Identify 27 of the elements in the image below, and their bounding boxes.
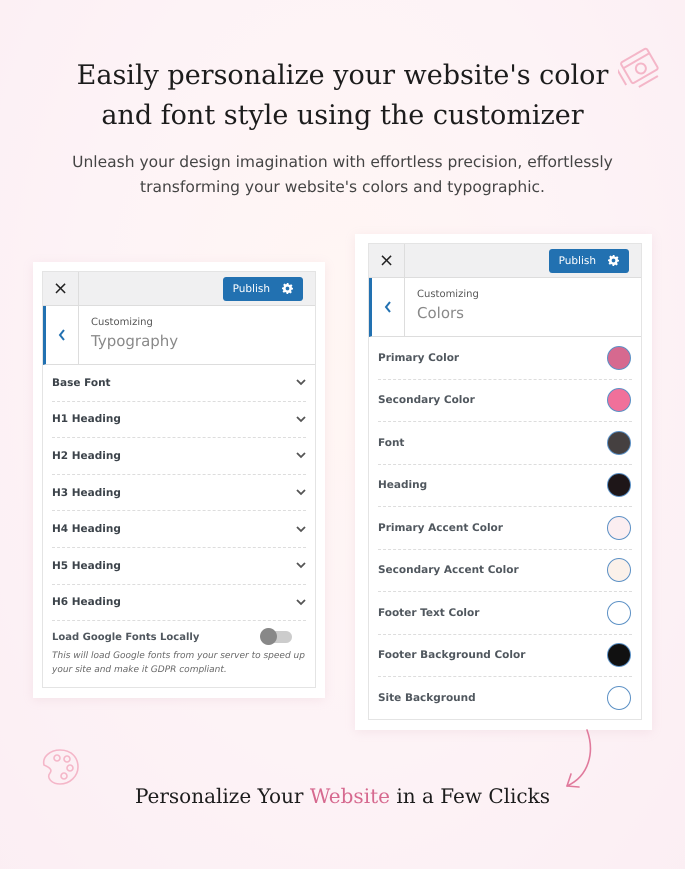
color-label: Font: [378, 436, 404, 449]
accordion-item[interactable]: H4 Heading: [52, 511, 306, 548]
accordion-item[interactable]: H6 Heading: [52, 584, 306, 622]
color-label: Footer Text Color: [378, 606, 480, 619]
color-label: Footer Background Color: [378, 649, 526, 662]
caption: Personalize Your Website in a Few Clicks: [134, 784, 552, 808]
color-label: Secondary Color: [378, 394, 475, 406]
accordion-item[interactable]: H3 Heading: [52, 474, 306, 512]
color-label: Primary Color: [378, 352, 460, 364]
publish-button[interactable]: Publish: [548, 248, 629, 272]
accordion-item[interactable]: H2 Heading: [52, 438, 306, 475]
toggle-label: Load Google Fonts Locally: [52, 632, 200, 643]
section-context: Customizing: [417, 289, 479, 300]
page-heading: Easily personalize your website's color and font style using the customizer: [76, 59, 610, 133]
section-title: Typography: [91, 332, 178, 350]
color-label: Heading: [378, 479, 428, 492]
toggle-description: This will load Google fonts from your server to speed up your site and make it GDPR compliant.: [52, 650, 306, 678]
color-label: Secondary Accent Color: [378, 564, 519, 576]
color-label: Primary Accent Color: [378, 522, 503, 534]
section-context: Customizing: [91, 317, 154, 328]
accordion-item[interactable]: Base Font: [52, 365, 306, 402]
accordion-item[interactable]: H1 Heading: [52, 402, 306, 438]
page-subheading: Unleash your design imagination with effortless precision, effortlessly transforming your website's colors and typographic.: [71, 152, 614, 198]
publish-button[interactable]: Publish: [222, 276, 303, 300]
section-title: Colors: [417, 304, 465, 322]
accordion-item[interactable]: H5 Heading: [52, 548, 306, 585]
color-label: Site Background: [378, 692, 476, 704]
